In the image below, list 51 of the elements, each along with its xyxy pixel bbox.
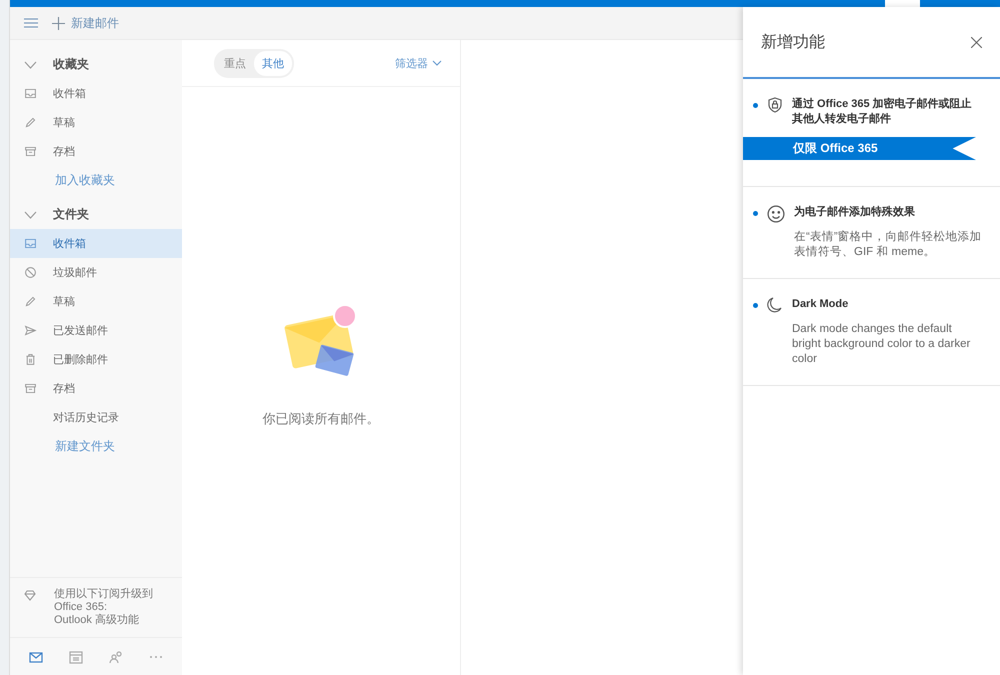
folder-item[interactable]: 存档	[10, 374, 182, 403]
feature-title: Dark Mode	[792, 297, 850, 312]
diamond-icon	[24, 590, 36, 601]
plus-icon	[52, 16, 65, 30]
office-badge: 仅限 Office 365	[743, 137, 976, 160]
tab[interactable]: 其他	[254, 50, 292, 76]
chevron-icon	[432, 60, 442, 66]
chevron-icon[interactable]	[24, 210, 37, 218]
shield-lock-icon	[767, 97, 783, 113]
add-link[interactable]: 加入收藏夹	[55, 172, 115, 189]
pencil-icon	[24, 116, 37, 129]
archive-icon	[24, 145, 37, 158]
bullet-dot	[753, 303, 758, 308]
feature-title: 为电子邮件添加特殊效果	[794, 205, 916, 220]
folder-item[interactable]: 对话历史记录	[10, 403, 182, 432]
empty-message: 你已阅读所有邮件。	[262, 410, 380, 428]
bullet-dot	[753, 103, 758, 108]
folder-item[interactable]: 已发送邮件	[10, 316, 182, 345]
folder-item[interactable]: 草稿	[10, 108, 182, 137]
moon-icon	[767, 297, 783, 313]
folder-item[interactable]: 垃圾邮件	[10, 258, 182, 287]
feature-description: Dark mode changes the default bright background color to a darker color	[792, 322, 972, 367]
add-link[interactable]: 新建文件夹	[55, 438, 115, 455]
feature-description: 在“表情”窗格中，向邮件轻松地添加表情符号、GIF 和 meme。	[794, 230, 983, 260]
panel-title: 新增功能	[761, 32, 825, 52]
pencil-icon	[24, 295, 37, 308]
folder-item[interactable]: 草稿	[10, 287, 182, 316]
inbox-icon	[24, 237, 37, 250]
close-button[interactable]	[971, 36, 982, 48]
calendar-icon[interactable]	[68, 648, 84, 664]
inbox-icon	[24, 87, 37, 100]
section-title: 文件夹	[53, 206, 89, 223]
section-title: 收藏夹	[53, 56, 89, 73]
blocked-icon	[24, 266, 37, 279]
folder-item[interactable]: 已删除邮件	[10, 345, 182, 374]
new-mail-button[interactable]: 新建邮件	[52, 14, 119, 32]
folder-item[interactable]: 收件箱	[10, 229, 182, 258]
filter-button[interactable]: 筛选器	[395, 56, 442, 70]
chevron-icon[interactable]	[24, 60, 37, 68]
tab[interactable]: 重点	[216, 50, 254, 76]
archive-icon	[24, 382, 37, 395]
folder-item[interactable]: 收件箱	[10, 79, 182, 108]
smiley-icon	[767, 205, 785, 223]
trash-icon	[24, 353, 37, 366]
people-icon[interactable]	[108, 648, 124, 664]
send-icon	[24, 324, 37, 337]
folder-item[interactable]: 存档	[10, 137, 182, 166]
bullet-dot	[753, 211, 758, 216]
menu-icon[interactable]	[24, 18, 38, 28]
upgrade-text[interactable]: 使用以下订阅升级到 Office 365: Outlook 高级功能	[54, 588, 153, 627]
feature-title: 通过 Office 365 加密电子邮件或阻止其他人转发电子邮件	[792, 97, 973, 127]
